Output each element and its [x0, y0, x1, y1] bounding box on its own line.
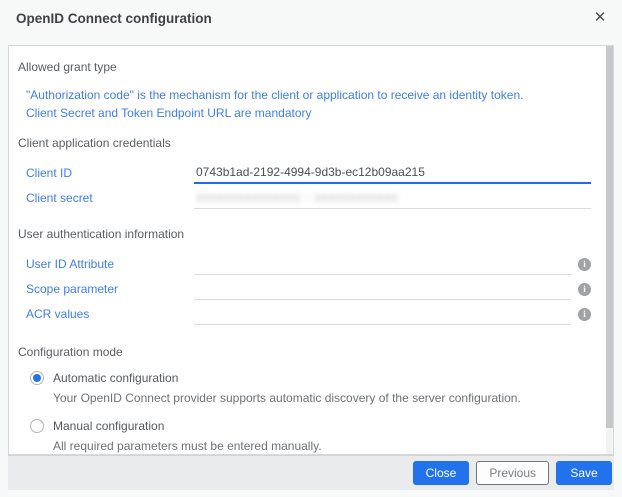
radio-selected-icon: [30, 371, 44, 385]
previous-button[interactable]: Previous: [476, 461, 549, 485]
configuration-mode-heading: Configuration mode: [18, 345, 591, 359]
close-button[interactable]: Close: [413, 461, 470, 485]
acr-values-label: ACR values: [26, 307, 194, 325]
manual-configuration-description: All required parameters must be entered …: [53, 439, 591, 453]
save-button[interactable]: Save: [556, 461, 612, 485]
client-id-input[interactable]: 0743b1ad-2192-4994-9d3b-ec12b09aa215: [194, 163, 591, 184]
dialog-title: OpenID Connect configuration: [16, 11, 212, 26]
close-icon[interactable]: ✕: [590, 8, 610, 28]
user-id-attribute-row: User ID Attribute i: [18, 253, 591, 275]
vertical-scrollbar[interactable]: [606, 46, 613, 454]
client-secret-label: Client secret: [26, 191, 194, 209]
user-id-attribute-input[interactable]: [194, 254, 571, 275]
client-credentials-heading: Client application credentials: [18, 136, 591, 150]
info-icon[interactable]: i: [578, 308, 591, 321]
client-secret-input[interactable]: xxxxxxxxxxxxxxx - xxxxxxxxxxxx: [194, 188, 591, 209]
client-id-label: Client ID: [26, 166, 194, 184]
openid-connect-dialog: OpenID Connect configuration ✕ Allowed g…: [0, 0, 622, 497]
client-id-row: Client ID 0743b1ad-2192-4994-9d3b-ec12b0…: [18, 162, 591, 184]
scope-parameter-label: Scope parameter: [26, 282, 194, 300]
automatic-configuration-label: Automatic configuration: [53, 371, 178, 385]
client-secret-row: Client secret xxxxxxxxxxxxxxx - xxxxxxxx…: [18, 187, 591, 209]
radio-unselected-icon: [30, 419, 44, 433]
user-auth-section: User authentication information User ID …: [18, 227, 591, 325]
dialog-footer: Close Previous Save: [8, 455, 614, 490]
allowed-grant-type-section: Allowed grant type "Authorization code" …: [18, 60, 591, 122]
scope-parameter-row: Scope parameter i: [18, 278, 591, 300]
scrollbar-thumb[interactable]: [606, 46, 613, 428]
allowed-grant-type-heading: Allowed grant type: [18, 60, 591, 74]
acr-values-row: ACR values i: [18, 303, 591, 325]
grant-info-line-1: "Authorization code" is the mechanism fo…: [18, 86, 591, 104]
acr-values-input[interactable]: [194, 304, 571, 325]
client-credentials-section: Client application credentials Client ID…: [18, 136, 591, 209]
manual-configuration-radio[interactable]: Manual configuration: [30, 419, 591, 433]
info-icon[interactable]: i: [578, 258, 591, 271]
grant-info-line-2: Client Secret and Token Endpoint URL are…: [18, 104, 591, 122]
dialog-header: OpenID Connect configuration ✕: [0, 0, 622, 45]
configuration-mode-section: Configuration mode Automatic configurati…: [18, 345, 591, 453]
info-icon[interactable]: i: [578, 283, 591, 296]
user-auth-heading: User authentication information: [18, 227, 591, 241]
dialog-content-panel: Allowed grant type "Authorization code" …: [8, 45, 614, 455]
automatic-configuration-radio[interactable]: Automatic configuration: [30, 371, 591, 385]
user-id-attribute-label: User ID Attribute: [26, 257, 194, 275]
manual-configuration-label: Manual configuration: [53, 419, 164, 433]
client-secret-masked-value: xxxxxxxxxxxxxxx - xxxxxxxxxxxx: [196, 190, 399, 204]
automatic-configuration-description: Your OpenID Connect provider supports au…: [53, 391, 591, 405]
scope-parameter-input[interactable]: [194, 279, 571, 300]
manual-configuration-option: Manual configuration All required parame…: [18, 419, 591, 453]
automatic-configuration-option: Automatic configuration Your OpenID Conn…: [18, 371, 591, 405]
